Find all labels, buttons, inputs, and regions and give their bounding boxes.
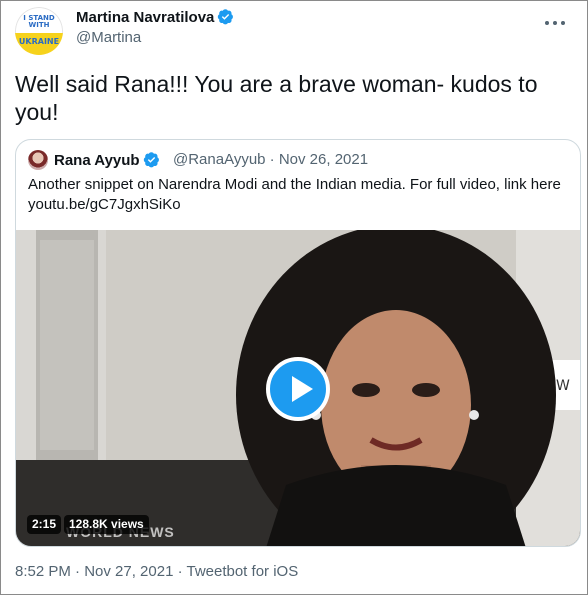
video-views-badge: 128.8K views <box>64 515 149 534</box>
quoted-author-name[interactable]: Rana Ayyub <box>54 152 140 169</box>
tweet-card: I STAND WITH UKRAINE Martina Navratilova… <box>0 0 588 595</box>
author-avatar[interactable]: I STAND WITH UKRAINE <box>15 7 63 55</box>
play-button[interactable] <box>266 357 330 421</box>
quoted-tweet[interactable]: Rana Ayyub @RanaAyyub · Nov 26, 2021 Ano… <box>15 139 581 547</box>
tweet-meta[interactable]: 8:52 PM · Nov 27, 2021 · Tweetbot for iO… <box>15 563 298 580</box>
more-options-icon[interactable] <box>535 13 575 33</box>
author-name-row[interactable]: Martina Navratilova <box>76 8 234 26</box>
author-name[interactable]: Martina Navratilova <box>76 9 214 26</box>
tweet-text: Well said Rana!!! You are a brave woman-… <box>15 71 538 125</box>
avatar-text-bottom: UKRAINE <box>18 37 60 46</box>
quoted-author-name-row[interactable]: Rana Ayyub <box>54 151 160 169</box>
quoted-handle-date[interactable]: @RanaAyyub · Nov 26, 2021 <box>173 151 368 168</box>
quoted-link[interactable]: youtu.be/gC7JgxhSiKo <box>28 195 573 215</box>
video-player[interactable]: W WORLD NEWS 2:15 128.8K views <box>16 230 580 546</box>
play-icon <box>292 376 313 402</box>
verified-badge-icon <box>143 152 159 168</box>
quoted-author-avatar[interactable] <box>28 150 48 170</box>
corner-letter: W <box>556 378 570 394</box>
video-duration-badge: 2:15 <box>27 515 62 534</box>
verified-badge-icon <box>218 9 234 25</box>
quoted-text-line: Another snippet on Narendra Modi and the… <box>28 176 561 193</box>
author-handle[interactable]: @Martina <box>76 29 141 46</box>
quoted-text: Another snippet on Narendra Modi and the… <box>28 175 573 215</box>
avatar-text-top: I STAND WITH <box>23 14 55 29</box>
